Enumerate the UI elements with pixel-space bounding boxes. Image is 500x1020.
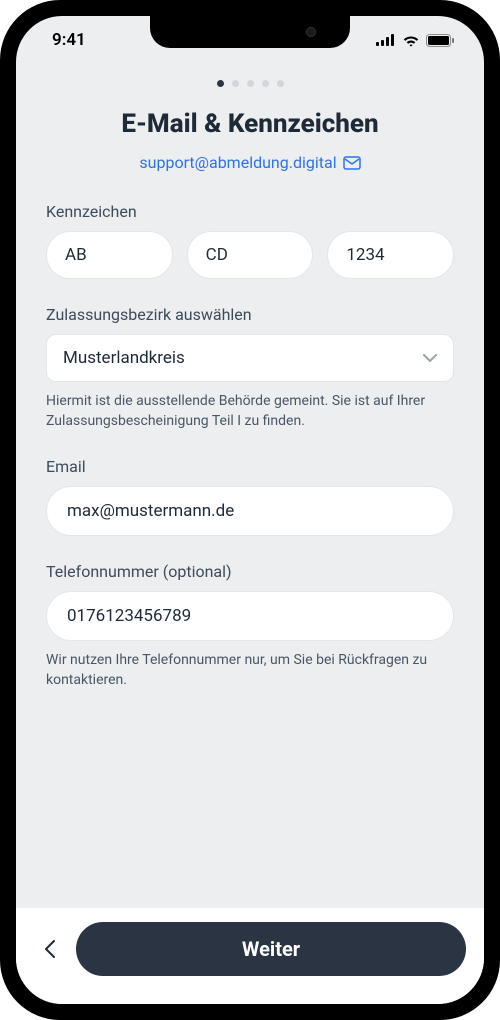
front-camera xyxy=(306,27,316,37)
chevron-down-icon xyxy=(423,354,437,362)
progress-dot xyxy=(262,80,269,87)
email-value: max@mustermann.de xyxy=(67,501,234,521)
district-label: Zulassungsbezirk auswählen xyxy=(46,305,454,324)
plate-input-number[interactable]: 1234 xyxy=(327,231,454,279)
plate-row: AB CD 1234 xyxy=(46,231,454,279)
progress-dot xyxy=(232,80,239,87)
plate-value-region: AB xyxy=(65,245,87,265)
side-button xyxy=(0,220,1,284)
support-email-link[interactable]: support@abmeldung.digital xyxy=(46,153,454,172)
phone-input[interactable]: 0176123456789 xyxy=(46,591,454,641)
content: E-Mail & Kennzeichen support@abmeldung.d… xyxy=(16,64,484,908)
status-time: 9:41 xyxy=(52,30,86,50)
progress-dot xyxy=(217,80,224,87)
plate-input-letters[interactable]: CD xyxy=(187,231,314,279)
phone-value: 0176123456789 xyxy=(67,606,191,626)
screen: 9:41 E-Mail & Kennzeichen support@abmeld… xyxy=(16,16,484,1004)
support-email-text: support@abmeldung.digital xyxy=(139,153,336,172)
phone-helper: Wir nutzen Ihre Telefonnummer nur, um Si… xyxy=(46,651,454,690)
progress-dot xyxy=(277,80,284,87)
district-helper: Hiermit ist die ausstellende Behörde gem… xyxy=(46,392,454,431)
status-right xyxy=(376,34,454,47)
bottom-bar: Weiter xyxy=(16,908,484,1004)
email-input[interactable]: max@mustermann.de xyxy=(46,486,454,536)
wifi-icon xyxy=(402,34,420,47)
page-title: E-Mail & Kennzeichen xyxy=(46,109,454,139)
district-select[interactable]: Musterlandkreis xyxy=(46,334,454,382)
phone-frame: 9:41 E-Mail & Kennzeichen support@abmeld… xyxy=(0,0,500,1020)
back-button[interactable] xyxy=(34,939,66,959)
phone-label: Telefonnummer (optional) xyxy=(46,562,454,581)
continue-button[interactable]: Weiter xyxy=(76,922,466,976)
plate-label: Kennzeichen xyxy=(46,202,454,221)
email-label: Email xyxy=(46,457,454,476)
notch xyxy=(150,16,350,48)
side-button xyxy=(0,300,1,364)
continue-label: Weiter xyxy=(242,937,300,961)
battery-icon xyxy=(426,34,454,47)
plate-input-region[interactable]: AB xyxy=(46,231,173,279)
plate-value-number: 1234 xyxy=(346,245,384,265)
mail-icon xyxy=(343,156,361,170)
progress-dot xyxy=(247,80,254,87)
district-value: Musterlandkreis xyxy=(63,348,185,368)
side-button xyxy=(0,160,1,196)
chevron-left-icon xyxy=(44,939,56,959)
progress-dots xyxy=(46,80,454,87)
plate-value-letters: CD xyxy=(206,245,228,265)
cellular-icon xyxy=(376,34,396,46)
